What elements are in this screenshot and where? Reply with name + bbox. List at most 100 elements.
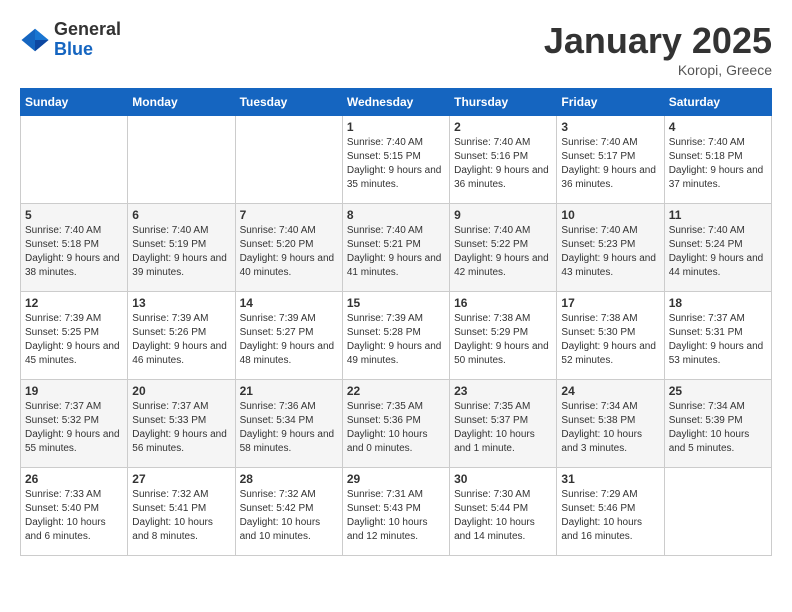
- calendar-cell: 30 Sunrise: 7:30 AM Sunset: 5:44 PM Dayli…: [450, 468, 557, 556]
- day-number: 28: [240, 472, 338, 486]
- calendar-cell: [235, 116, 342, 204]
- calendar-cell: 1Sunrise: 7:40 AM Sunset: 5:15 PM Daylig…: [342, 116, 449, 204]
- day-number: 29: [347, 472, 445, 486]
- day-number: 7: [240, 208, 338, 222]
- day-content: Sunrise: 7:40 AM Sunset: 5:20 PM Dayligh…: [240, 224, 338, 280]
- day-content: Sunrise: 7:34 AM Sunset: 5:38 PM Dayligh…: [561, 400, 659, 456]
- day-content: Sunrise: 7:40 AM Sunset: 5:18 PM Dayligh…: [669, 136, 767, 192]
- logo: General Blue: [20, 20, 121, 60]
- day-number: 18: [669, 296, 767, 310]
- header-saturday: Saturday: [664, 89, 771, 116]
- calendar-cell: 16Sunrise: 7:38 AM Sunset: 5:29 PM Dayli…: [450, 292, 557, 380]
- logo-general: General Blue: [54, 20, 121, 60]
- logo-icon: [20, 25, 50, 55]
- day-content: Sunrise: 7:40 AM Sunset: 5:22 PM Dayligh…: [454, 224, 552, 280]
- header-friday: Friday: [557, 89, 664, 116]
- day-number: 15: [347, 296, 445, 310]
- day-number: 22: [347, 384, 445, 398]
- day-content: Sunrise: 7:40 AM Sunset: 5:24 PM Dayligh…: [669, 224, 767, 280]
- calendar-cell: 29 Sunrise: 7:31 AM Sunset: 5:43 PM Dayli…: [342, 468, 449, 556]
- day-content: Sunrise: 7:40 AM Sunset: 5:21 PM Dayligh…: [347, 224, 445, 280]
- calendar-cell: 12Sunrise: 7:39 AM Sunset: 5:25 PM Dayli…: [21, 292, 128, 380]
- day-number: 17: [561, 296, 659, 310]
- day-content: Sunrise: 7:33 AM Sunset: 5:40 PM Dayligh…: [25, 488, 123, 544]
- calendar-week-1: 1Sunrise: 7:40 AM Sunset: 5:15 PM Daylig…: [21, 116, 772, 204]
- day-content: Sunrise: 7:32 AM Sunset: 5:41 PM Dayligh…: [132, 488, 230, 544]
- calendar-cell: 31 Sunrise: 7:29 AM Sunset: 5:46 PM Dayli…: [557, 468, 664, 556]
- day-content: Sunrise: 7:31 AM Sunset: 5:43 PM Dayligh…: [347, 488, 445, 544]
- day-number: 13: [132, 296, 230, 310]
- day-number: 25: [669, 384, 767, 398]
- day-content: Sunrise: 7:30 AM Sunset: 5:44 PM Dayligh…: [454, 488, 552, 544]
- calendar-cell: 21Sunrise: 7:36 AM Sunset: 5:34 PM Dayli…: [235, 380, 342, 468]
- day-content: Sunrise: 7:40 AM Sunset: 5:23 PM Dayligh…: [561, 224, 659, 280]
- day-content: Sunrise: 7:40 AM Sunset: 5:18 PM Dayligh…: [25, 224, 123, 280]
- day-number: 21: [240, 384, 338, 398]
- day-number: 30: [454, 472, 552, 486]
- calendar-cell: 26Sunrise: 7:33 AM Sunset: 5:40 PM Dayli…: [21, 468, 128, 556]
- day-content: Sunrise: 7:40 AM Sunset: 5:16 PM Dayligh…: [454, 136, 552, 192]
- calendar-cell: 5 Sunrise: 7:40 AM Sunset: 5:18 PM Daylig…: [21, 204, 128, 292]
- calendar-week-2: 5 Sunrise: 7:40 AM Sunset: 5:18 PM Daylig…: [21, 204, 772, 292]
- title-area: January 2025 Koropi, Greece: [544, 20, 772, 78]
- day-number: 2: [454, 120, 552, 134]
- day-content: Sunrise: 7:38 AM Sunset: 5:30 PM Dayligh…: [561, 312, 659, 368]
- day-content: Sunrise: 7:40 AM Sunset: 5:19 PM Dayligh…: [132, 224, 230, 280]
- day-number: 3: [561, 120, 659, 134]
- calendar-cell: 24 Sunrise: 7:34 AM Sunset: 5:38 PM Dayli…: [557, 380, 664, 468]
- day-number: 20: [132, 384, 230, 398]
- day-number: 5: [25, 208, 123, 222]
- calendar-cell: 20 Sunrise: 7:37 AM Sunset: 5:33 PM Dayli…: [128, 380, 235, 468]
- day-number: 16: [454, 296, 552, 310]
- calendar-cell: 2 Sunrise: 7:40 AM Sunset: 5:16 PM Daylig…: [450, 116, 557, 204]
- day-content: Sunrise: 7:35 AM Sunset: 5:37 PM Dayligh…: [454, 400, 552, 456]
- day-content: Sunrise: 7:35 AM Sunset: 5:36 PM Dayligh…: [347, 400, 445, 456]
- calendar-cell: 23Sunrise: 7:35 AM Sunset: 5:37 PM Dayli…: [450, 380, 557, 468]
- calendar-cell: 22 Sunrise: 7:35 AM Sunset: 5:36 PM Dayli…: [342, 380, 449, 468]
- day-number: 10: [561, 208, 659, 222]
- header-thursday: Thursday: [450, 89, 557, 116]
- calendar-cell: 27Sunrise: 7:32 AM Sunset: 5:41 PM Dayli…: [128, 468, 235, 556]
- day-content: Sunrise: 7:39 AM Sunset: 5:25 PM Dayligh…: [25, 312, 123, 368]
- calendar-cell: 11Sunrise: 7:40 AM Sunset: 5:24 PM Dayli…: [664, 204, 771, 292]
- header-tuesday: Tuesday: [235, 89, 342, 116]
- day-content: Sunrise: 7:39 AM Sunset: 5:28 PM Dayligh…: [347, 312, 445, 368]
- calendar-cell: 10 Sunrise: 7:40 AM Sunset: 5:23 PM Dayli…: [557, 204, 664, 292]
- calendar-cell: 4Sunrise: 7:40 AM Sunset: 5:18 PM Daylig…: [664, 116, 771, 204]
- day-number: 8: [347, 208, 445, 222]
- day-content: Sunrise: 7:29 AM Sunset: 5:46 PM Dayligh…: [561, 488, 659, 544]
- header-monday: Monday: [128, 89, 235, 116]
- calendar-cell: 19 Sunrise: 7:37 AM Sunset: 5:32 PM Dayli…: [21, 380, 128, 468]
- header-sunday: Sunday: [21, 89, 128, 116]
- calendar-cell: [21, 116, 128, 204]
- calendar-cell: [128, 116, 235, 204]
- calendar-cell: 14Sunrise: 7:39 AM Sunset: 5:27 PM Dayli…: [235, 292, 342, 380]
- calendar-header: Sunday Monday Tuesday Wednesday Thursday…: [21, 89, 772, 116]
- day-content: Sunrise: 7:39 AM Sunset: 5:26 PM Dayligh…: [132, 312, 230, 368]
- day-content: Sunrise: 7:37 AM Sunset: 5:32 PM Dayligh…: [25, 400, 123, 456]
- header-row: Sunday Monday Tuesday Wednesday Thursday…: [21, 89, 772, 116]
- day-number: 6: [132, 208, 230, 222]
- calendar-cell: [664, 468, 771, 556]
- day-content: Sunrise: 7:37 AM Sunset: 5:33 PM Dayligh…: [132, 400, 230, 456]
- calendar-cell: 8 Sunrise: 7:40 AM Sunset: 5:21 PM Daylig…: [342, 204, 449, 292]
- calendar-week-5: 26Sunrise: 7:33 AM Sunset: 5:40 PM Dayli…: [21, 468, 772, 556]
- calendar-cell: 7 Sunrise: 7:40 AM Sunset: 5:20 PM Daylig…: [235, 204, 342, 292]
- calendar-week-4: 19 Sunrise: 7:37 AM Sunset: 5:32 PM Dayli…: [21, 380, 772, 468]
- page-header: General Blue January 2025 Koropi, Greece: [20, 20, 772, 78]
- day-content: Sunrise: 7:32 AM Sunset: 5:42 PM Dayligh…: [240, 488, 338, 544]
- location: Koropi, Greece: [544, 62, 772, 78]
- day-content: Sunrise: 7:40 AM Sunset: 5:17 PM Dayligh…: [561, 136, 659, 192]
- day-content: Sunrise: 7:34 AM Sunset: 5:39 PM Dayligh…: [669, 400, 767, 456]
- calendar-cell: 13 Sunrise: 7:39 AM Sunset: 5:26 PM Dayli…: [128, 292, 235, 380]
- calendar-cell: 17 Sunrise: 7:38 AM Sunset: 5:30 PM Dayli…: [557, 292, 664, 380]
- day-number: 31: [561, 472, 659, 486]
- day-number: 24: [561, 384, 659, 398]
- day-content: Sunrise: 7:39 AM Sunset: 5:27 PM Dayligh…: [240, 312, 338, 368]
- day-number: 1: [347, 120, 445, 134]
- calendar-cell: 28 Sunrise: 7:32 AM Sunset: 5:42 PM Dayli…: [235, 468, 342, 556]
- day-number: 9: [454, 208, 552, 222]
- calendar-cell: 25 Sunrise: 7:34 AM Sunset: 5:39 PM Dayli…: [664, 380, 771, 468]
- calendar-week-3: 12Sunrise: 7:39 AM Sunset: 5:25 PM Dayli…: [21, 292, 772, 380]
- day-number: 19: [25, 384, 123, 398]
